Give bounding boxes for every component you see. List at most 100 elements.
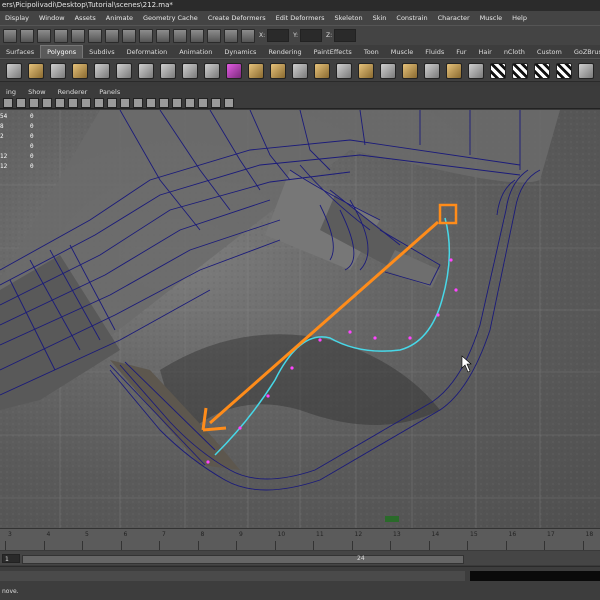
- shelf-tab-gozbrush[interactable]: GoZBrush: [568, 46, 600, 58]
- resolution-gate-icon[interactable]: [68, 97, 78, 108]
- command-input[interactable]: [0, 571, 465, 581]
- film-gate-icon[interactable]: [55, 97, 65, 108]
- menu-item-create-deformers[interactable]: Create Deformers: [203, 14, 271, 22]
- camera-icon[interactable]: [3, 97, 13, 108]
- merge-icon[interactable]: [402, 62, 418, 79]
- safe-action-icon[interactable]: [107, 97, 117, 108]
- poly-cone-icon[interactable]: [72, 62, 88, 79]
- open-scene-icon[interactable]: [37, 28, 51, 43]
- select-object-icon[interactable]: [88, 28, 102, 43]
- smooth-shade-icon[interactable]: [133, 97, 143, 108]
- shelf-tab-painteffects[interactable]: PaintEffects: [308, 46, 358, 58]
- menu-item-constrain[interactable]: Constrain: [391, 14, 432, 22]
- x-input[interactable]: [267, 29, 290, 42]
- shelf-tab-hair[interactable]: Hair: [472, 46, 497, 58]
- poly-cylinder-icon[interactable]: [50, 62, 66, 79]
- uv-planar-icon[interactable]: [490, 62, 506, 79]
- collapse-icon[interactable]: [424, 62, 440, 79]
- sculpt-icon[interactable]: [468, 62, 484, 79]
- bridge-icon[interactable]: [270, 62, 286, 79]
- separate-icon[interactable]: [160, 62, 176, 79]
- panel-menu-show[interactable]: Show: [22, 88, 52, 96]
- shelf-tab-fur[interactable]: Fur: [450, 46, 472, 58]
- shelf-tab-deformation[interactable]: Deformation: [121, 46, 174, 58]
- bevel-icon[interactable]: [380, 62, 396, 79]
- shelf-tab-muscle[interactable]: Muscle: [385, 46, 420, 58]
- snap-grid-icon[interactable]: [122, 28, 136, 43]
- poly-plane-icon[interactable]: [94, 62, 110, 79]
- snap-point-icon[interactable]: [156, 28, 170, 43]
- wireframe-on-shaded-icon[interactable]: [146, 97, 156, 108]
- uv-spherical-icon[interactable]: [534, 62, 550, 79]
- new-scene-icon[interactable]: [20, 28, 34, 43]
- menu-item-animate[interactable]: Animate: [101, 14, 138, 22]
- shelf-tab-custom[interactable]: Custom: [531, 46, 568, 58]
- render-icon[interactable]: [207, 28, 221, 43]
- uv-editor-icon[interactable]: [578, 62, 594, 79]
- shelf-tab-fluids[interactable]: Fluids: [419, 46, 450, 58]
- split-icon[interactable]: [314, 62, 330, 79]
- snap-plane-icon[interactable]: [173, 28, 187, 43]
- menu-item-skeleton[interactable]: Skeleton: [329, 14, 367, 22]
- time-slider[interactable]: 3 4 5 6 7 8 9 10 11 12 13 14 15 16 17 18: [0, 528, 600, 550]
- shelf-tab-subdivs[interactable]: Subdivs: [83, 46, 121, 58]
- xray-icon[interactable]: [211, 97, 221, 108]
- render-settings-icon[interactable]: [241, 28, 255, 43]
- select-hierarchy-icon[interactable]: [71, 28, 85, 43]
- shelf-tab-animation[interactable]: Animation: [173, 46, 218, 58]
- offset-edge-loop-icon[interactable]: [358, 62, 374, 79]
- lights-icon[interactable]: [172, 97, 182, 108]
- isolate-select-icon[interactable]: [198, 97, 208, 108]
- history-icon[interactable]: [190, 28, 204, 43]
- mode-icon[interactable]: [3, 28, 17, 43]
- select-component-icon[interactable]: [105, 28, 119, 43]
- insert-edge-loop-icon[interactable]: [336, 62, 352, 79]
- xray-joints-icon[interactable]: [224, 97, 234, 108]
- shelf-tab-ncloth[interactable]: nCloth: [498, 46, 531, 58]
- wireframe-icon[interactable]: [120, 97, 130, 108]
- grid-icon[interactable]: [42, 97, 52, 108]
- append-icon[interactable]: [292, 62, 308, 79]
- shelf-tab-polygons[interactable]: Polygons: [40, 45, 84, 58]
- shelf-tab-surfaces[interactable]: Surfaces: [0, 46, 40, 58]
- extrude-icon[interactable]: [248, 62, 264, 79]
- panel-menu-ing[interactable]: ing: [0, 88, 22, 96]
- field-chart-icon[interactable]: [94, 97, 104, 108]
- menu-item-display[interactable]: Display: [0, 14, 34, 22]
- menu-item-edit-deformers[interactable]: Edit Deformers: [271, 14, 330, 22]
- gate-mask-icon[interactable]: [81, 97, 91, 108]
- panel-menu-panels[interactable]: Panels: [93, 88, 126, 96]
- ipr-render-icon[interactable]: [224, 28, 238, 43]
- combine-icon[interactable]: [138, 62, 154, 79]
- save-scene-icon[interactable]: [54, 28, 68, 43]
- shadows-icon[interactable]: [185, 97, 195, 108]
- panel-menu-renderer[interactable]: Renderer: [52, 88, 94, 96]
- menu-item-assets[interactable]: Assets: [70, 14, 101, 22]
- snap-curve-icon[interactable]: [139, 28, 153, 43]
- extract-icon[interactable]: [182, 62, 198, 79]
- smooth-icon[interactable]: [204, 62, 220, 79]
- y-input[interactable]: [300, 29, 323, 42]
- range-start-field[interactable]: 1: [2, 554, 20, 563]
- perspective-viewport[interactable]: 54 0 8 0 2 0 0 12 0 12 0: [0, 110, 600, 528]
- menu-item-help[interactable]: Help: [507, 14, 532, 22]
- menu-item-geometry-cache[interactable]: Geometry Cache: [138, 14, 203, 22]
- textured-icon[interactable]: [159, 97, 169, 108]
- cube-icon[interactable]: [226, 62, 242, 79]
- menu-item-character[interactable]: Character: [433, 14, 475, 22]
- poly-torus-icon[interactable]: [28, 62, 44, 79]
- menu-item-muscle[interactable]: Muscle: [475, 14, 508, 22]
- menu-item-window[interactable]: Window: [34, 14, 70, 22]
- uv-cylindrical-icon[interactable]: [512, 62, 528, 79]
- range-slider-bar[interactable]: [22, 555, 464, 564]
- shelf-tab-rendering[interactable]: Rendering: [262, 46, 307, 58]
- wedge-icon[interactable]: [446, 62, 462, 79]
- shelf-tab-toon[interactable]: Toon: [358, 46, 385, 58]
- uv-automatic-icon[interactable]: [556, 62, 572, 79]
- z-input[interactable]: [334, 29, 357, 42]
- image-plane-icon[interactable]: [29, 97, 39, 108]
- menu-item-skin[interactable]: Skin: [368, 14, 392, 22]
- poly-torus2-icon[interactable]: [116, 62, 132, 79]
- bookmark-icon[interactable]: [16, 97, 26, 108]
- shelf-tab-dynamics[interactable]: Dynamics: [218, 46, 262, 58]
